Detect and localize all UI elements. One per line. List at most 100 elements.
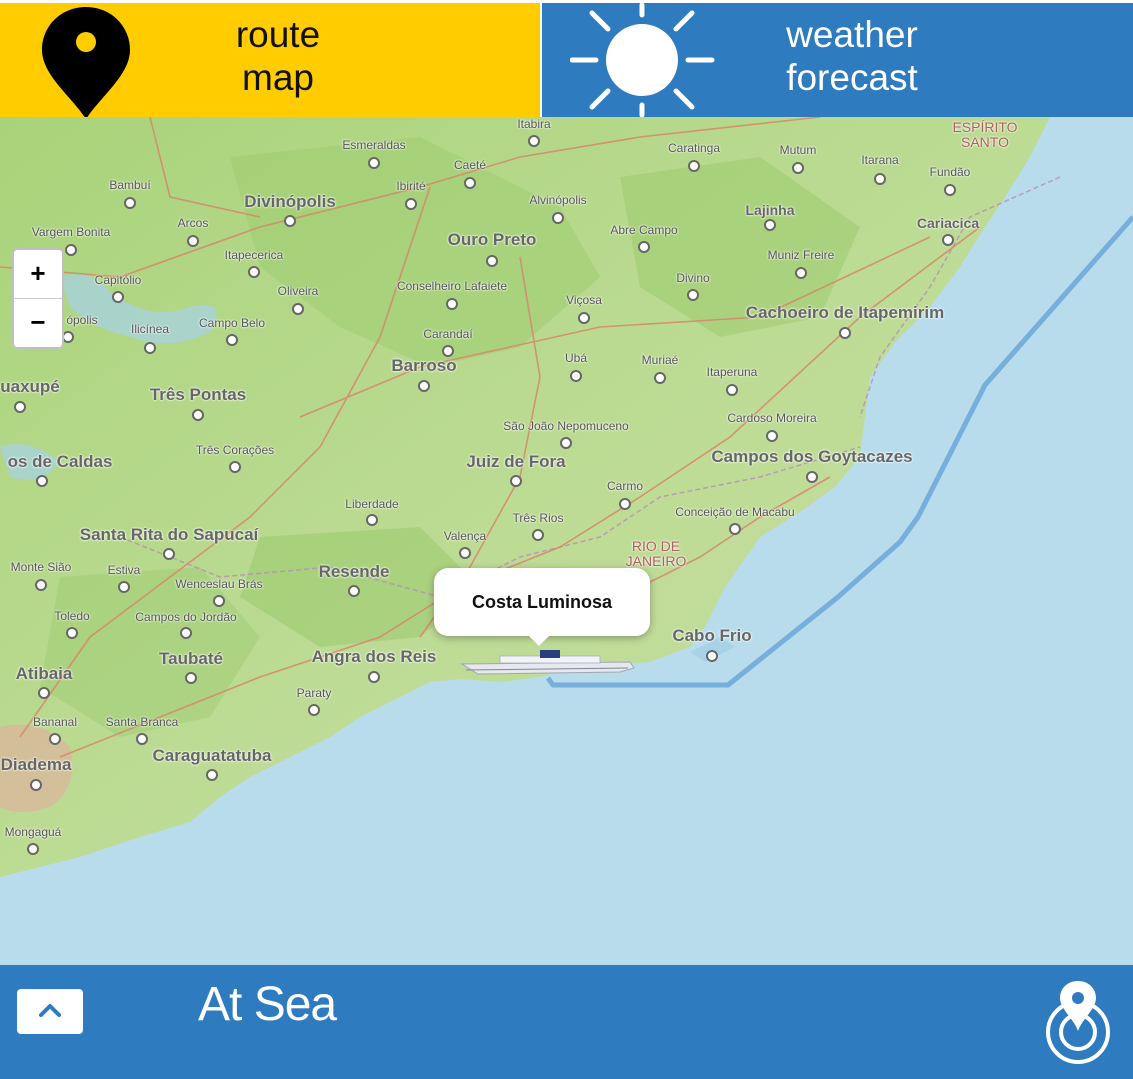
place-marker xyxy=(418,380,430,392)
place-marker xyxy=(112,291,124,303)
place-label: Liberdade xyxy=(345,497,399,511)
place-label: Paraty xyxy=(296,686,332,700)
place-label: Arcos xyxy=(177,216,209,230)
place-label: Bambuí xyxy=(109,178,151,192)
place-marker xyxy=(528,135,540,147)
place-marker xyxy=(284,215,296,227)
tab-weather-line1: weather xyxy=(786,14,918,55)
place-label: Wenceslau Brás xyxy=(175,577,263,591)
place-label: Itabira xyxy=(517,117,551,131)
place-label: Conceição de Macabu xyxy=(675,505,795,519)
chevron-up-icon xyxy=(39,1004,61,1017)
route-map[interactable]: Itabira Esmeraldas Caeté Caratinga Mutum Itar… xyxy=(0,117,1133,965)
place-marker xyxy=(65,244,77,256)
place-label: Santa Rita do Sapucaí xyxy=(79,525,259,544)
place-label: ópolis xyxy=(66,313,98,327)
place-marker xyxy=(552,212,564,224)
tab-route-map[interactable]: route map xyxy=(0,3,540,117)
ship-icon[interactable] xyxy=(460,648,636,682)
place-label: Valença xyxy=(443,529,487,543)
tab-route-line2: map xyxy=(242,57,314,98)
place-label: Ilicínea xyxy=(130,322,170,336)
map-pin-icon xyxy=(42,7,130,117)
sun-icon xyxy=(570,3,715,117)
place-label: Oliveira xyxy=(277,284,319,298)
place-label: Três Pontas xyxy=(149,385,247,404)
place-label: Cabo Frio xyxy=(672,626,752,645)
place-label: Ibirité xyxy=(396,179,426,193)
voyage-status: At Sea xyxy=(198,978,337,1031)
place-label: Caraguatatuba xyxy=(152,746,272,765)
zoom-in-button[interactable]: + xyxy=(14,250,62,298)
locate-ship-icon[interactable] xyxy=(1043,979,1113,1065)
place-label: Mutum xyxy=(779,143,817,157)
place-marker xyxy=(792,162,804,174)
place-marker xyxy=(654,372,666,384)
place-marker xyxy=(185,672,197,684)
place-label: Cariacica xyxy=(916,215,980,231)
place-label: Itarana xyxy=(861,153,899,167)
place-label: ESPÍRITO SANTO xyxy=(952,119,1018,150)
place-label: São João Nepomuceno xyxy=(503,419,629,433)
place-marker xyxy=(706,650,718,662)
place-marker xyxy=(206,769,218,781)
place-label: Carandaí xyxy=(423,327,473,341)
place-marker xyxy=(192,409,204,421)
place-marker xyxy=(368,671,380,683)
place-label: Carmo xyxy=(606,479,644,493)
place-label: Diadema xyxy=(0,755,72,774)
place-label: os de Caldas xyxy=(7,452,113,471)
place-label: Juiz de Fora xyxy=(466,452,566,471)
place-label: Itapecerica xyxy=(224,248,284,262)
place-marker xyxy=(795,267,807,279)
place-marker xyxy=(726,384,738,396)
place-label: Toledo xyxy=(54,609,90,623)
place-label: Três Rios xyxy=(512,511,564,525)
place-marker xyxy=(36,475,48,487)
place-label: Itaperuna xyxy=(706,365,758,379)
place-marker xyxy=(308,704,320,716)
place-label: Ubá xyxy=(564,351,588,365)
expand-button[interactable] xyxy=(17,989,83,1034)
ship-name: Costa Luminosa xyxy=(471,592,613,612)
place-label: Divinópolis xyxy=(244,192,336,211)
place-label: Mongaguá xyxy=(4,825,62,839)
place-marker xyxy=(405,198,417,210)
place-marker xyxy=(464,177,476,189)
place-label: Campos dos Goytacazes xyxy=(711,447,913,466)
tab-route-line1: route xyxy=(235,14,321,55)
place-marker xyxy=(806,471,818,483)
place-marker xyxy=(292,303,304,315)
place-marker xyxy=(213,595,225,607)
place-marker xyxy=(532,529,544,541)
zoom-out-button[interactable]: − xyxy=(14,298,62,347)
place-label: Campo Belo xyxy=(198,316,266,330)
place-label: Abre Campo xyxy=(610,223,678,237)
place-marker xyxy=(638,241,650,253)
place-marker xyxy=(366,514,378,526)
place-label: Ouro Preto xyxy=(447,230,537,249)
place-label: Alvinópolis xyxy=(529,193,587,207)
place-marker xyxy=(124,197,136,209)
place-marker xyxy=(944,184,956,196)
place-label: Três Corações xyxy=(195,443,275,457)
place-marker xyxy=(163,548,175,560)
place-marker xyxy=(348,585,360,597)
place-label: Caeté xyxy=(453,158,487,172)
place-label: Angra dos Reis xyxy=(311,647,437,666)
place-marker xyxy=(66,627,78,639)
tab-weather-line2: forecast xyxy=(786,57,918,98)
place-label: Cardoso Moreira xyxy=(727,411,817,425)
place-label: Viçosa xyxy=(566,293,602,307)
place-label: Monte Sião xyxy=(10,560,72,574)
place-marker xyxy=(459,547,471,559)
place-marker xyxy=(486,255,498,267)
place-label: uaxupé xyxy=(0,377,60,396)
place-label: Muriaé xyxy=(641,353,679,367)
place-label: RIO DE JANEIRO xyxy=(625,538,687,569)
place-marker xyxy=(187,235,199,247)
tab-weather-forecast[interactable]: weather forecast xyxy=(542,3,1133,117)
place-marker xyxy=(118,581,130,593)
ship-popup[interactable]: Costa Luminosa xyxy=(434,568,650,636)
place-label: Esmeraldas xyxy=(342,138,406,152)
